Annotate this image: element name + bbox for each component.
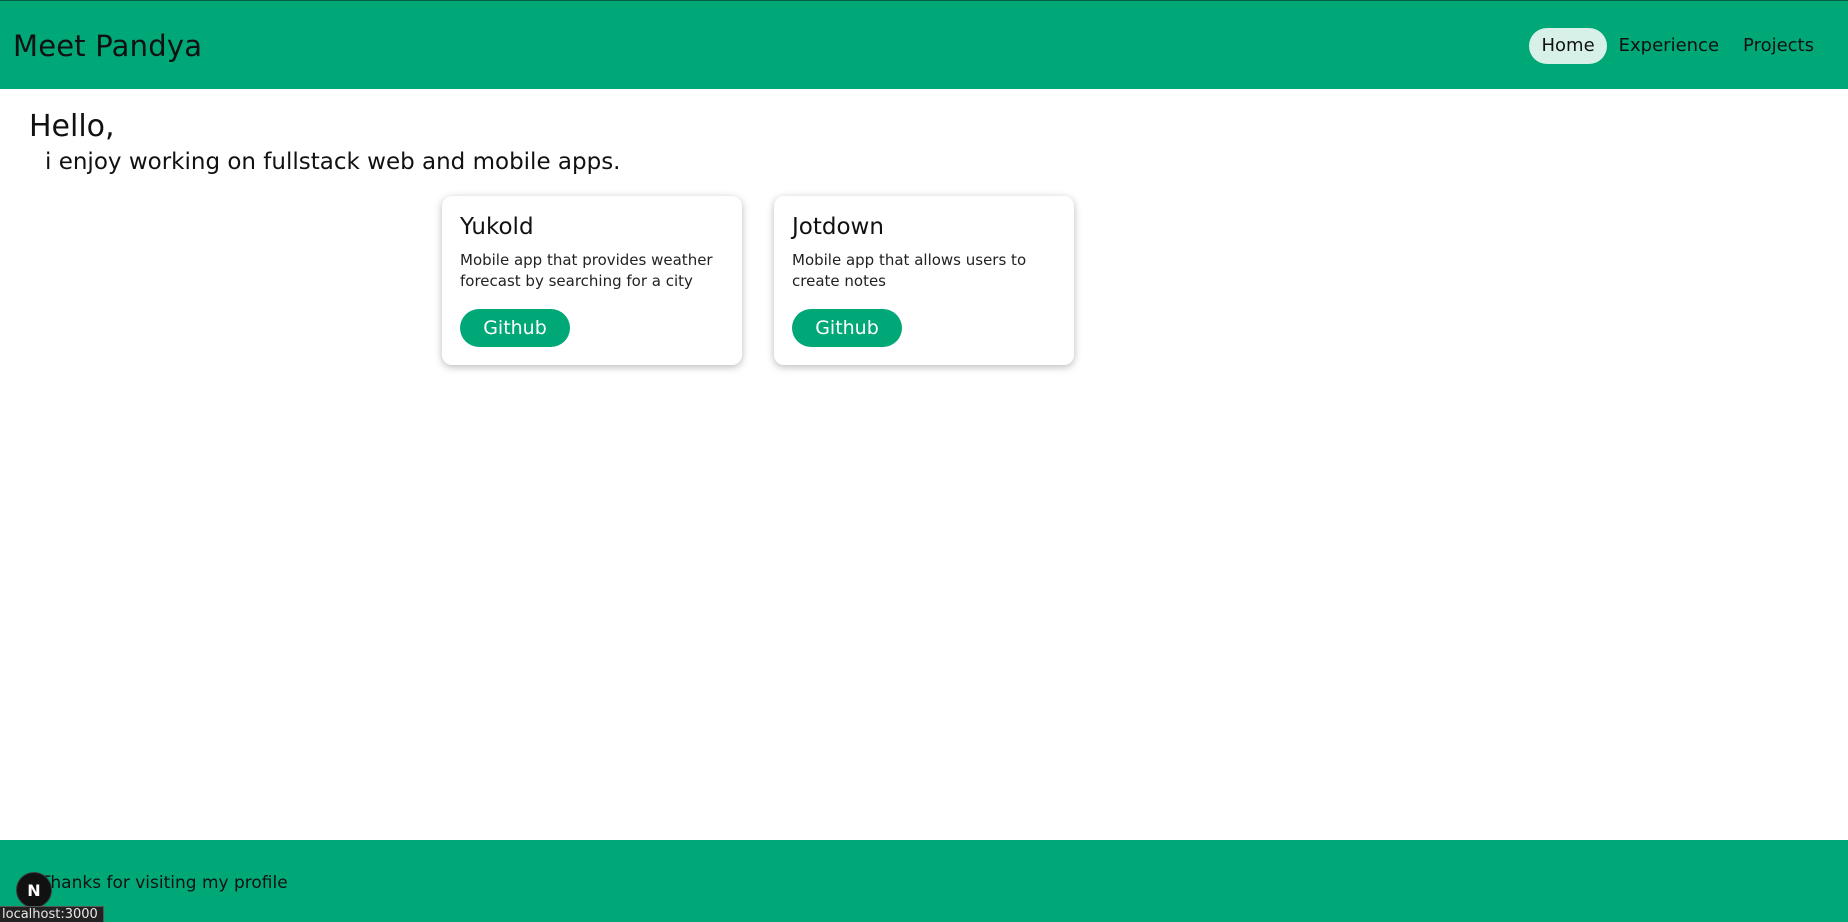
nav-item-projects[interactable]: Projects xyxy=(1731,28,1826,64)
page: Meet Pandya Home Experience Projects Hel… xyxy=(0,0,1848,922)
project-title: Yukold xyxy=(460,214,534,240)
greeting-heading: Hello, xyxy=(29,109,115,144)
project-card: Jotdown Mobile app that allows users to … xyxy=(774,196,1074,365)
nav-item-experience[interactable]: Experience xyxy=(1607,28,1731,64)
site-header: Meet Pandya Home Experience Projects xyxy=(0,0,1848,89)
github-button[interactable]: Github xyxy=(460,309,570,347)
site-brand[interactable]: Meet Pandya xyxy=(13,29,202,63)
project-description: Mobile app that allows users to create n… xyxy=(792,251,1027,290)
nextjs-dev-indicator-icon[interactable]: N xyxy=(16,872,52,908)
main-nav: Home Experience Projects xyxy=(1529,28,1826,64)
project-card: Yukold Mobile app that provides weather … xyxy=(442,196,742,365)
project-title: Jotdown xyxy=(792,214,884,240)
github-button[interactable]: Github xyxy=(792,309,902,347)
status-bar-url: localhost:3000 xyxy=(0,906,104,922)
project-description: Mobile app that provides weather forecas… xyxy=(460,251,713,290)
nav-item-home[interactable]: Home xyxy=(1529,28,1607,64)
main-content: Hello, i enjoy working on fullstack web … xyxy=(0,89,1848,839)
site-footer: Thanks for visiting my profile xyxy=(0,840,1848,922)
tagline: i enjoy working on fullstack web and mob… xyxy=(45,149,621,175)
footer-text: Thanks for visiting my profile xyxy=(40,873,288,893)
